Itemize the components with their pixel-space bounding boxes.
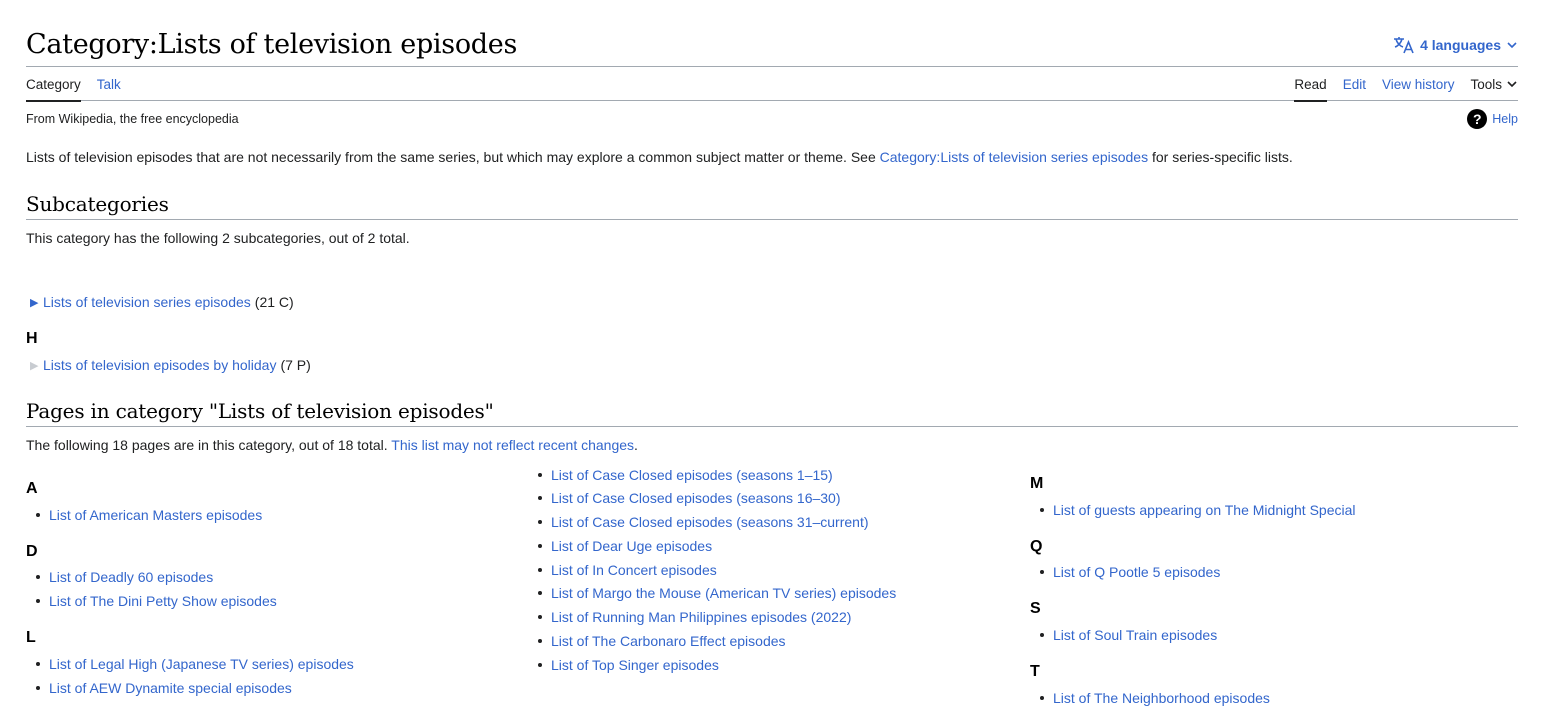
- page-link[interactable]: List of AEW Dynamite special episodes: [49, 680, 292, 696]
- list-item: List of Deadly 60 episodes: [36, 569, 213, 585]
- list-item: List of Margo the Mouse (American TV ser…: [538, 585, 896, 601]
- list-item: List of Case Closed episodes (seasons 31…: [538, 514, 869, 530]
- expand-triangle-icon[interactable]: ▶: [30, 296, 43, 309]
- letter-heading: T: [1030, 663, 1040, 680]
- page-link[interactable]: List of Legal High (Japanese TV series) …: [49, 656, 354, 672]
- tagline: From Wikipedia, the free encyclopedia: [26, 112, 239, 126]
- page-link[interactable]: List of guests appearing on The Midnight…: [1053, 502, 1356, 518]
- page-link[interactable]: List of The Neighborhood episodes: [1053, 690, 1270, 706]
- page-link[interactable]: List of The Carbonaro Effect episodes: [551, 633, 786, 649]
- list-item: List of American Masters episodes: [36, 507, 262, 523]
- letter-heading: A: [26, 480, 38, 497]
- help-label: Help: [1492, 112, 1518, 126]
- letter-heading: S: [1030, 600, 1041, 617]
- list-item: List of Top Singer episodes: [538, 657, 719, 673]
- page-link[interactable]: List of Case Closed episodes (seasons 16…: [551, 490, 841, 506]
- list-item: List of The Neighborhood episodes: [1040, 690, 1270, 706]
- list-item: List of Soul Train episodes: [1040, 627, 1217, 643]
- page-content: Category:Lists of television episodes 4 …: [26, 0, 1518, 710]
- list-item: List of The Dini Petty Show episodes: [36, 593, 277, 609]
- letter-heading: M: [1030, 475, 1044, 492]
- page-link[interactable]: List of Q Pootle 5 episodes: [1053, 564, 1220, 580]
- intro-text: Lists of television episodes that are no…: [26, 149, 880, 165]
- pages-summary: The following 18 pages are in this categ…: [26, 437, 638, 453]
- subcategory-count: (21 C): [254, 294, 294, 310]
- title-row: Category:Lists of television episodes 4 …: [26, 27, 1518, 67]
- page-link[interactable]: List of In Concert episodes: [551, 562, 717, 578]
- letter-heading: L: [26, 629, 36, 646]
- subcategories-heading: Subcategories: [26, 189, 1518, 220]
- list-item: List of guests appearing on The Midnight…: [1040, 502, 1356, 518]
- list-item: List of Legal High (Japanese TV series) …: [36, 656, 354, 672]
- subcategory-link[interactable]: Lists of television episodes by holiday: [43, 357, 276, 373]
- chevron-down-icon: [1507, 81, 1517, 88]
- page-link[interactable]: List of American Masters episodes: [49, 507, 262, 523]
- series-episodes-category-link[interactable]: Category:Lists of television series epis…: [880, 149, 1148, 165]
- tab-read[interactable]: Read: [1286, 67, 1334, 102]
- subcategory-letter-heading: H: [26, 330, 38, 347]
- subcategory-count: (7 P): [280, 357, 311, 373]
- tabs-row: Category Talk Read Edit View history Too…: [26, 67, 1518, 102]
- page-link[interactable]: List of Case Closed episodes (seasons 31…: [551, 514, 869, 530]
- intro-text-end: for series-specific lists.: [1148, 149, 1293, 165]
- tab-category[interactable]: Category: [26, 67, 89, 102]
- help-icon: ?: [1467, 109, 1488, 129]
- page-link[interactable]: List of Margo the Mouse (American TV ser…: [551, 585, 896, 601]
- list-item: List of Case Closed episodes (seasons 16…: [538, 490, 841, 506]
- page-link[interactable]: List of The Dini Petty Show episodes: [49, 593, 277, 609]
- tools-menu-button[interactable]: Tools: [1462, 67, 1518, 101]
- page-link[interactable]: List of Top Singer episodes: [551, 657, 719, 673]
- page-link[interactable]: List of Deadly 60 episodes: [49, 569, 213, 585]
- page-link[interactable]: List of Running Man Philippines episodes…: [551, 609, 851, 625]
- subcategory-item: ▶ Lists of television series episodes (2…: [30, 294, 294, 310]
- pages-summary-end: .: [634, 437, 638, 453]
- list-item: List of Dear Uge episodes: [538, 538, 712, 554]
- page-title: Category:Lists of television episodes: [26, 29, 517, 60]
- pages-summary-text: The following 18 pages are in this categ…: [26, 437, 392, 453]
- list-item: List of Case Closed episodes (seasons 1–…: [538, 467, 833, 483]
- letter-heading: D: [26, 543, 38, 560]
- help-link[interactable]: ? Help: [1467, 109, 1518, 129]
- subcategory-link[interactable]: Lists of television series episodes: [43, 294, 251, 310]
- empty-triangle-icon: ▶: [30, 359, 39, 372]
- tab-talk[interactable]: Talk: [89, 67, 129, 101]
- pages-heading: Pages in category "Lists of television e…: [26, 396, 1518, 427]
- tools-label: Tools: [1470, 76, 1502, 92]
- subcategory-item: ▶ Lists of television episodes by holida…: [30, 357, 311, 373]
- languages-button[interactable]: 4 languages: [1393, 36, 1518, 54]
- tab-edit[interactable]: Edit: [1335, 67, 1374, 101]
- subcategories-summary: This category has the following 2 subcat…: [26, 230, 410, 246]
- list-item: List of In Concert episodes: [538, 562, 717, 578]
- page-link[interactable]: List of Dear Uge episodes: [551, 538, 712, 554]
- translate-icon: [1394, 37, 1414, 54]
- list-item: List of Q Pootle 5 episodes: [1040, 564, 1220, 580]
- namespace-tabs: Category Talk: [26, 67, 129, 102]
- list-item: List of The Carbonaro Effect episodes: [538, 633, 786, 649]
- tab-view-history[interactable]: View history: [1374, 67, 1463, 101]
- languages-label: 4 languages: [1420, 37, 1501, 53]
- page-link[interactable]: List of Soul Train episodes: [1053, 627, 1217, 643]
- chevron-down-icon: [1507, 42, 1517, 49]
- page-link[interactable]: List of Case Closed episodes (seasons 1–…: [551, 467, 833, 483]
- letter-heading: Q: [1030, 538, 1043, 555]
- category-description: Lists of television episodes that are no…: [26, 149, 1293, 165]
- list-item: List of Running Man Philippines episodes…: [538, 609, 851, 625]
- list-item: List of AEW Dynamite special episodes: [36, 680, 292, 696]
- view-tabs: Read Edit View history Tools: [1286, 67, 1518, 102]
- recent-changes-link[interactable]: This list may not reflect recent changes: [391, 437, 634, 453]
